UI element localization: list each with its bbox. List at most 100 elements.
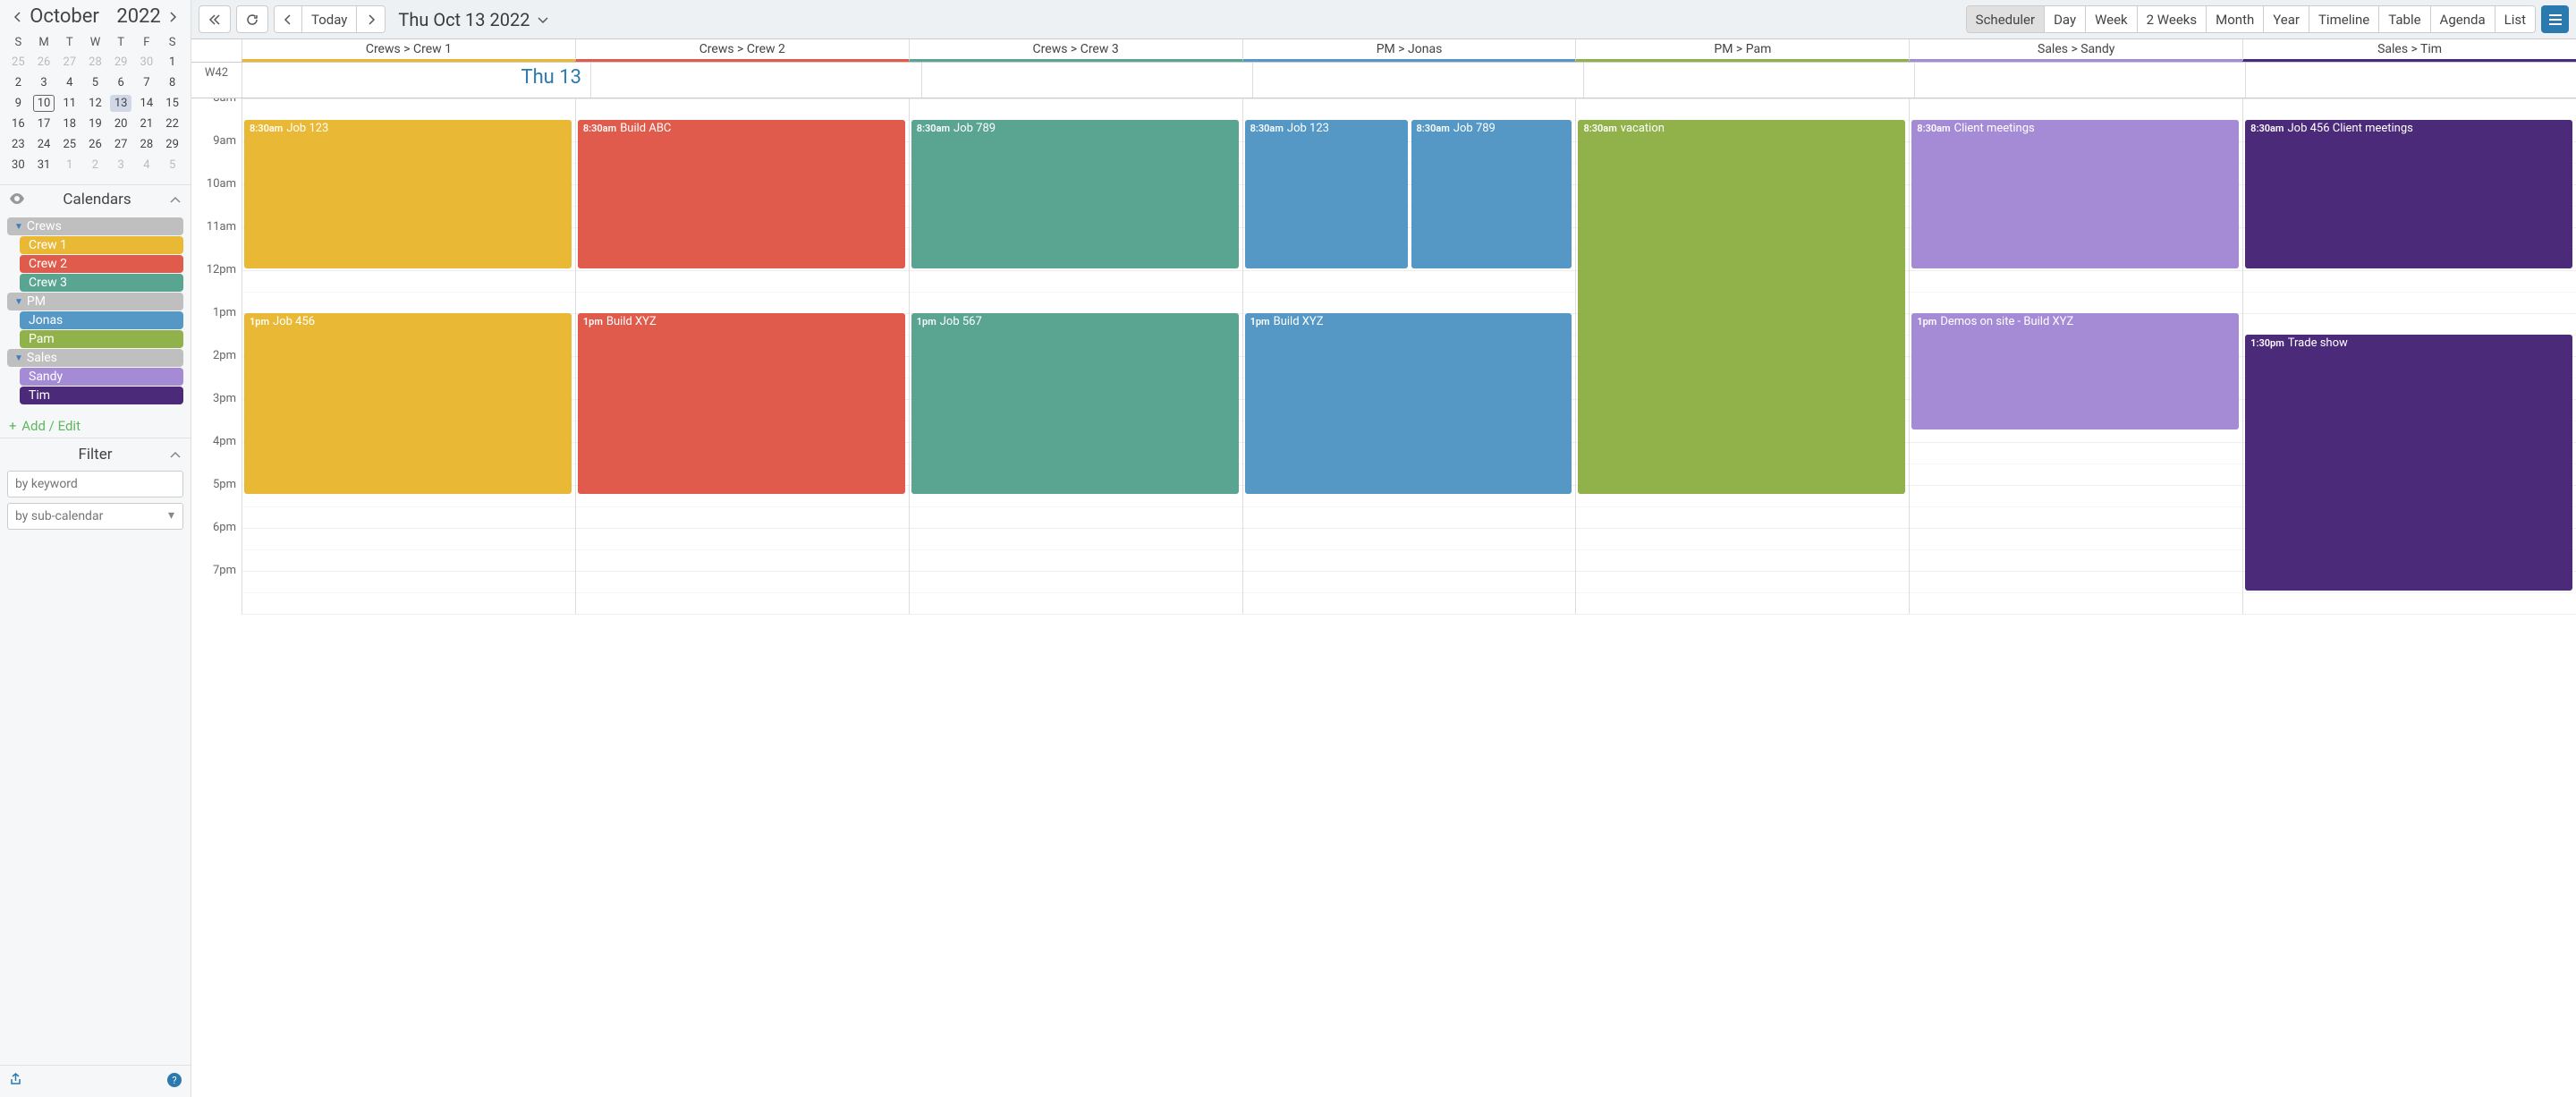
- mini-cal-day[interactable]: 21: [134, 114, 160, 134]
- mini-cal-day[interactable]: 16: [5, 114, 31, 134]
- calendar-group-header[interactable]: ▼PM: [7, 293, 183, 310]
- resource-column-header[interactable]: Crews > Crew 2: [575, 39, 909, 62]
- calendar-item[interactable]: Jonas: [20, 311, 183, 329]
- calendar-event[interactable]: 1pmJob 456: [244, 313, 572, 494]
- mini-cal-day[interactable]: 4: [56, 72, 82, 93]
- mini-cal-day[interactable]: 11: [56, 93, 82, 114]
- add-edit-button[interactable]: + Add / Edit: [0, 414, 191, 438]
- grid-column[interactable]: 8:30amvacation: [1575, 98, 1909, 614]
- menu-button[interactable]: [2541, 5, 2569, 33]
- mini-cal-day[interactable]: 25: [5, 52, 31, 72]
- share-icon[interactable]: [9, 1073, 22, 1090]
- resource-column-header[interactable]: Sales > Tim: [2242, 39, 2576, 62]
- mini-cal-day[interactable]: 23: [5, 134, 31, 155]
- help-icon[interactable]: ?: [167, 1073, 182, 1087]
- calendar-event[interactable]: 8:30amJob 123: [244, 120, 572, 268]
- calendar-item[interactable]: Crew 2: [20, 255, 183, 273]
- filter-subcalendar-select[interactable]: [7, 503, 183, 530]
- mini-cal-day[interactable]: 2: [5, 72, 31, 93]
- calendar-event[interactable]: 8:30amBuild ABC: [578, 120, 905, 268]
- mini-cal-day[interactable]: 31: [31, 155, 57, 175]
- prev-day-button[interactable]: [274, 5, 302, 33]
- mini-cal-day[interactable]: 25: [56, 134, 82, 155]
- today-button[interactable]: Today: [302, 5, 357, 33]
- mini-cal-day[interactable]: 26: [82, 134, 108, 155]
- view-button-table[interactable]: Table: [2379, 5, 2430, 33]
- mini-cal-day[interactable]: 2: [82, 155, 108, 175]
- mini-cal-day[interactable]: 29: [159, 134, 185, 155]
- next-month-button[interactable]: [162, 6, 183, 28]
- grid-column[interactable]: 8:30amJob 789 1pmJob 567: [909, 98, 1242, 614]
- resource-column-header[interactable]: PM > Jonas: [1242, 39, 1576, 62]
- resource-column-header[interactable]: Crews > Crew 3: [909, 39, 1242, 62]
- refresh-button[interactable]: [236, 5, 268, 33]
- mini-cal-day[interactable]: 28: [134, 134, 160, 155]
- mini-cal-day[interactable]: 9: [5, 93, 31, 114]
- view-button-list[interactable]: List: [2496, 5, 2536, 33]
- mini-cal-day[interactable]: 19: [82, 114, 108, 134]
- mini-cal-day[interactable]: 26: [31, 52, 57, 72]
- resource-column-header[interactable]: Crews > Crew 1: [242, 39, 575, 62]
- next-day-button[interactable]: [357, 5, 386, 33]
- grid-column[interactable]: 8:30amBuild ABC1pmBuild XYZ: [575, 98, 909, 614]
- calendar-event[interactable]: 8:30amJob 789: [1411, 120, 1572, 268]
- mini-cal-day[interactable]: 8: [159, 72, 185, 93]
- mini-cal-day[interactable]: 10: [31, 93, 57, 114]
- calendar-event[interactable]: 8:30amJob 123: [1245, 120, 1408, 268]
- resource-column-header[interactable]: PM > Pam: [1575, 39, 1909, 62]
- view-button-scheduler[interactable]: Scheduler: [1966, 5, 2045, 33]
- calendar-item[interactable]: Crew 1: [20, 236, 183, 254]
- calendar-event[interactable]: 8:30amClient meetings: [1911, 120, 2239, 268]
- view-button-timeline[interactable]: Timeline: [2309, 5, 2379, 33]
- chevron-up-icon[interactable]: [169, 191, 182, 208]
- mini-cal-day[interactable]: 5: [159, 155, 185, 175]
- calendar-event[interactable]: 1pmDemos on site - Build XYZ: [1911, 313, 2239, 429]
- view-button-day[interactable]: Day: [2045, 5, 2086, 33]
- mini-cal-day[interactable]: 27: [108, 134, 134, 155]
- mini-cal-day[interactable]: 24: [31, 134, 57, 155]
- mini-cal-day[interactable]: 4: [134, 155, 160, 175]
- day-label[interactable]: Thu 13: [242, 63, 590, 98]
- calendar-item[interactable]: Tim: [20, 387, 183, 404]
- prev-month-button[interactable]: [7, 6, 29, 28]
- resource-column-header[interactable]: Sales > Sandy: [1909, 39, 2242, 62]
- calendar-event[interactable]: 8:30amJob 789: [911, 120, 1239, 268]
- calendar-group-header[interactable]: ▼Crews: [7, 217, 183, 235]
- grid-column[interactable]: 8:30amClient meetings 1pmDemos on site - …: [1909, 98, 2242, 614]
- grid-body[interactable]: 8am9am10am11am12pm1pm2pm3pm4pm5pm6pm7pm …: [191, 98, 2576, 1097]
- mini-cal-day[interactable]: 30: [134, 52, 160, 72]
- grid-column[interactable]: 8:30amJob 123 1pmJob 456: [242, 98, 575, 614]
- view-button-2-weeks[interactable]: 2 Weeks: [2138, 5, 2207, 33]
- mini-cal-day[interactable]: 29: [108, 52, 134, 72]
- mini-cal-day[interactable]: 12: [82, 93, 108, 114]
- chevron-up-icon[interactable]: [169, 446, 182, 463]
- calendar-event[interactable]: 1:30pmTrade show: [2245, 335, 2572, 591]
- mini-cal-day[interactable]: 13: [108, 93, 134, 114]
- calendar-item[interactable]: Sandy: [20, 368, 183, 386]
- calendars-section-header[interactable]: Calendars: [0, 184, 191, 214]
- filter-keyword-input[interactable]: [7, 471, 183, 497]
- mini-cal-day[interactable]: 5: [82, 72, 108, 93]
- calendar-event[interactable]: 1pmJob 567: [911, 313, 1239, 494]
- mini-cal-day[interactable]: 6: [108, 72, 134, 93]
- calendar-group-header[interactable]: ▼Sales: [7, 349, 183, 367]
- calendar-event[interactable]: 8:30amJob 456 Client meetings: [2245, 120, 2572, 268]
- mini-cal-day[interactable]: 30: [5, 155, 31, 175]
- mini-cal-day[interactable]: 28: [82, 52, 108, 72]
- mini-cal-day[interactable]: 3: [31, 72, 57, 93]
- calendar-item[interactable]: Pam: [20, 330, 183, 348]
- grid-column[interactable]: 8:30amJob 456 Client meetings 1:30pmTrade…: [2242, 98, 2576, 614]
- mini-cal-day[interactable]: 27: [56, 52, 82, 72]
- calendar-item[interactable]: Crew 3: [20, 274, 183, 292]
- view-button-agenda[interactable]: Agenda: [2431, 5, 2496, 33]
- eye-icon[interactable]: [9, 191, 25, 208]
- mini-cal-day[interactable]: 22: [159, 114, 185, 134]
- view-button-year[interactable]: Year: [2264, 5, 2309, 33]
- view-button-month[interactable]: Month: [2207, 5, 2264, 33]
- mini-cal-day[interactable]: 1: [56, 155, 82, 175]
- grid-column[interactable]: 8:30amJob 1238:30amJob 7891pmBuild XYZ: [1242, 98, 1576, 614]
- collapse-sidebar-button[interactable]: [199, 5, 231, 33]
- mini-cal-day[interactable]: 18: [56, 114, 82, 134]
- mini-cal-day[interactable]: 15: [159, 93, 185, 114]
- view-button-week[interactable]: Week: [2086, 5, 2138, 33]
